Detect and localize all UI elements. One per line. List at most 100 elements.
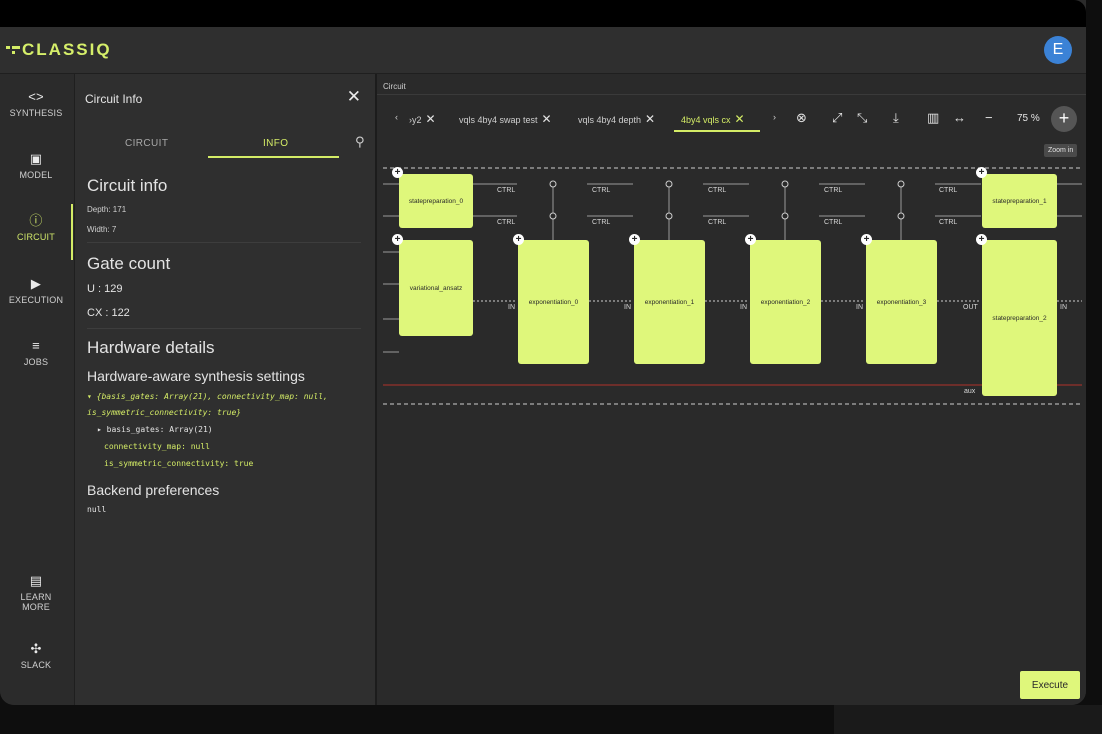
- nav-jobs[interactable]: ≡ JOBS: [0, 339, 72, 368]
- zoom-value: 75: [1017, 113, 1029, 124]
- nav-circuit-label: CIRCUIT: [17, 232, 55, 242]
- circuit-tab[interactable]: vqls 4by4 swap test ✕: [459, 112, 552, 126]
- tab-scroll-right[interactable]: ›: [773, 112, 776, 122]
- expand-icon[interactable]: ⤢: [832, 110, 842, 126]
- map-icon[interactable]: ▥: [927, 110, 939, 126]
- tab-scroll-left[interactable]: ‹: [395, 112, 398, 122]
- expand-plus-icon[interactable]: +: [392, 167, 403, 178]
- classiq-logo[interactable]: CLASSIQ: [6, 40, 112, 60]
- ctrl-label: CTRL: [497, 219, 516, 226]
- aux-label: aux: [964, 388, 976, 395]
- json-basis-gates[interactable]: ▸ basis_gates: Array(21): [97, 425, 213, 434]
- book-icon: ▤: [29, 573, 43, 588]
- gate-count-heading: Gate count: [87, 254, 171, 273]
- in-label: IN: [1060, 304, 1067, 311]
- app-window: CLASSIQ E <> SYNTHESIS ▣ MODEL ⓘ CIRCUIT…: [0, 0, 1086, 705]
- workspace-label: Circuit: [383, 82, 406, 91]
- nav-execution-label: EXECUTION: [8, 295, 64, 305]
- ctrl-label: CTRL: [939, 187, 958, 194]
- info-icon: ⓘ: [29, 213, 43, 228]
- user-avatar[interactable]: E: [1044, 36, 1072, 64]
- circuit-tab-label: vqls 4by4 depth: [578, 115, 642, 125]
- expand-plus-icon[interactable]: +: [861, 234, 872, 245]
- expand-plus-icon[interactable]: +: [976, 167, 987, 178]
- zoom-in-button[interactable]: +: [1051, 106, 1077, 132]
- circuit-tab[interactable]: ›y2 ✕: [409, 112, 436, 126]
- expand-plus-icon[interactable]: +: [513, 234, 524, 245]
- nav-synthesis-label: SYNTHESIS: [9, 108, 63, 118]
- nav-execution[interactable]: ▶ EXECUTION: [0, 276, 72, 306]
- expand-plus-icon[interactable]: +: [745, 234, 756, 245]
- in-label: IN: [624, 304, 631, 311]
- nav-active-indicator: [71, 204, 73, 260]
- download-icon[interactable]: ⤓: [893, 110, 899, 126]
- expand-plus-icon[interactable]: +: [976, 234, 987, 245]
- tab-info[interactable]: INFO: [263, 138, 289, 149]
- block-exponentiation-0[interactable]: exponentiation_0: [518, 240, 589, 364]
- expand-plus-icon[interactable]: +: [392, 234, 403, 245]
- nav-learn-label-2: MORE: [22, 602, 50, 612]
- close-icon[interactable]: ✕: [645, 112, 655, 126]
- tab-active-underline: [674, 130, 760, 132]
- execute-button[interactable]: Execute: [1020, 671, 1080, 699]
- nav-slack[interactable]: ✣ SLACK: [0, 642, 72, 671]
- logo-mark-icon: [6, 46, 20, 54]
- ctrl-label: CTRL: [592, 219, 611, 226]
- in-label: IN: [740, 304, 747, 311]
- nav-model[interactable]: ▣ MODEL: [0, 152, 72, 181]
- zoom-out-icon[interactable]: −: [985, 110, 993, 125]
- close-icon[interactable]: ✕: [347, 87, 361, 107]
- code-icon: <>: [28, 89, 44, 104]
- circuit-wires: [383, 167, 1082, 405]
- tab-circuit[interactable]: CIRCUIT: [125, 138, 168, 149]
- nav-circuit[interactable]: ⓘ CIRCUIT: [0, 213, 72, 243]
- block-variational-ansatz[interactable]: variational_ansatz: [399, 240, 473, 336]
- divider: [87, 242, 361, 243]
- divider: [87, 328, 361, 329]
- json-symmetric-connectivity: is_symmetric_connectivity: true: [104, 459, 254, 468]
- circuit-info-heading: Circuit info: [87, 176, 168, 195]
- circuit-info-panel: Circuit Info ✕ CIRCUIT INFO ⚲ Circuit in…: [75, 74, 377, 705]
- nav-learn-label-1: LEARN: [20, 592, 52, 602]
- ctrl-label: CTRL: [708, 219, 727, 226]
- nav-synthesis[interactable]: <> SYNTHESIS: [0, 89, 72, 119]
- nav-slack-label: SLACK: [20, 660, 52, 670]
- circuit-tabs: ‹ ›y2 ✕ vqls 4by4 swap test ✕ vqls 4by4 de…: [377, 104, 1086, 132]
- search-icon[interactable]: ⚲: [355, 134, 365, 150]
- divider: [377, 94, 1086, 95]
- play-icon: ▶: [30, 276, 42, 291]
- circuit-workspace: Circuit ‹ ›y2 ✕ vqls 4by4 swap test ✕ vqls…: [377, 74, 1086, 705]
- nav-model-label: MODEL: [19, 170, 53, 180]
- block-statepreparation-1[interactable]: statepreparation_1: [982, 174, 1057, 228]
- block-statepreparation-0[interactable]: statepreparation_0: [399, 174, 473, 228]
- block-exponentiation-3[interactable]: exponentiation_3: [866, 240, 937, 364]
- zoom-level: 75 %: [1017, 113, 1040, 124]
- close-icon[interactable]: ✕: [542, 112, 552, 126]
- close-icon[interactable]: ✕: [426, 112, 436, 126]
- collapse-icon[interactable]: ⤡: [857, 110, 867, 126]
- ctrl-label: CTRL: [592, 187, 611, 194]
- block-exponentiation-2[interactable]: exponentiation_2: [750, 240, 821, 364]
- circuit-canvas[interactable]: statepreparation_0 + variational_ansatz …: [377, 154, 1086, 414]
- fit-width-icon[interactable]: ↔: [953, 110, 966, 125]
- json-line-1[interactable]: ▾ {basis_gates: Array(21), connectivity_…: [87, 392, 328, 401]
- backend-value: null: [87, 505, 107, 514]
- close-icon[interactable]: ✕: [735, 112, 745, 126]
- in-label: IN: [508, 304, 515, 311]
- side-nav: <> SYNTHESIS ▣ MODEL ⓘ CIRCUIT ▶ EXECUTI…: [0, 74, 75, 705]
- close-all-icon[interactable]: ⊗: [796, 110, 807, 126]
- json-object-summary-cont: is_symmetric_connectivity: true}: [87, 408, 242, 417]
- nav-learn-more[interactable]: ▤ LEARN MORE: [0, 573, 72, 613]
- ctrl-label: CTRL: [497, 187, 516, 194]
- block-statepreparation-2[interactable]: statepreparation_2: [982, 240, 1057, 396]
- ctrl-label: CTRL: [939, 219, 958, 226]
- background-shade: [834, 705, 1102, 734]
- circuit-tab[interactable]: vqls 4by4 depth ✕: [578, 112, 655, 126]
- json-line-2: is_symmetric_connectivity: true}: [87, 408, 241, 417]
- circuit-tab-label: 4by4 vqls cx: [681, 115, 731, 125]
- hardware-heading: Hardware details: [87, 338, 215, 357]
- nav-jobs-label: JOBS: [23, 357, 49, 367]
- circuit-tab-active[interactable]: 4by4 vqls cx ✕: [681, 112, 745, 126]
- expand-plus-icon[interactable]: +: [629, 234, 640, 245]
- block-exponentiation-1[interactable]: exponentiation_1: [634, 240, 705, 364]
